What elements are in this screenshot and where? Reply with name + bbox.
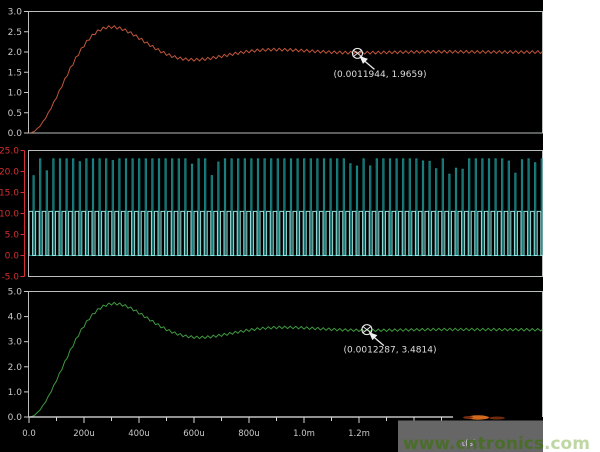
svg-text:0.0: 0.0	[8, 129, 23, 139]
svg-text:10.0: 10.0	[0, 210, 19, 220]
svg-text:2.0: 2.0	[8, 48, 23, 58]
svg-text:0.0: 0.0	[22, 429, 36, 439]
svg-text:2.0: 2.0	[8, 363, 23, 373]
svg-text:15.0: 15.0	[0, 189, 19, 199]
svg-text:1.0m: 1.0m	[293, 429, 315, 439]
svg-text:1.0: 1.0	[8, 388, 23, 398]
svg-text:1.0: 1.0	[8, 89, 23, 99]
svg-text:400u: 400u	[128, 429, 150, 439]
svg-text:1.5: 1.5	[8, 68, 22, 78]
svg-text:5.0: 5.0	[8, 288, 23, 298]
svg-text:25.0: 25.0	[0, 147, 19, 157]
svg-text:800u: 800u	[238, 429, 260, 439]
svg-text:1.2m: 1.2m	[348, 429, 370, 439]
scope-canvas[interactable]: 3.0 2.5 2.0 1.5 1.0 0.5 0.0 25.0 20.0 15.0 10.0 5.0…	[0, 0, 600, 452]
svg-text:2.5: 2.5	[8, 28, 22, 38]
svg-text:600u: 600u	[183, 429, 205, 439]
svg-text:0.0: 0.0	[5, 252, 20, 262]
cursor-readout-bottom: (0.0012287, 3.4814)	[344, 346, 437, 356]
svg-text:3.0: 3.0	[8, 8, 23, 18]
svg-text:0.0: 0.0	[8, 413, 23, 423]
cursor-readout-top: (0.0011944, 1.9659)	[334, 70, 427, 80]
svg-text:200u: 200u	[73, 429, 95, 439]
svg-text:5.0: 5.0	[5, 231, 20, 241]
watermark-link[interactable]: www.cntronics.com	[403, 434, 590, 452]
svg-text:3.0: 3.0	[8, 338, 23, 348]
svg-text:4.0: 4.0	[8, 313, 23, 323]
svg-text:20.0: 20.0	[0, 168, 19, 178]
svg-text:0.5: 0.5	[8, 109, 22, 119]
svg-text:-5.0: -5.0	[1, 273, 19, 283]
waveform-viewer: 3.0 2.5 2.0 1.5 1.0 0.5 0.0 25.0 20.0 15.0 10.0 5.0…	[0, 0, 600, 452]
